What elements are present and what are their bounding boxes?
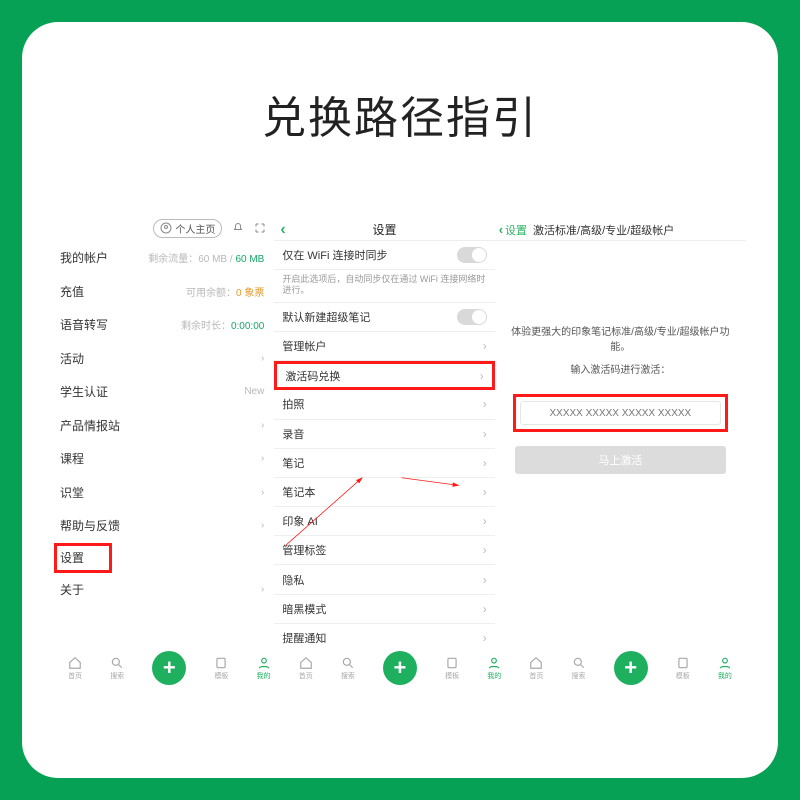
chevron-right-icon: › bbox=[483, 485, 487, 499]
bottom-nav-3: 首页 搜索 + 模板 我的 bbox=[515, 648, 746, 688]
row-note[interactable]: 笔记› bbox=[274, 449, 494, 478]
nav-search[interactable]: 搜索 bbox=[110, 656, 124, 681]
nav-add-button[interactable]: + bbox=[152, 651, 186, 685]
nav-home[interactable]: 首页 bbox=[299, 656, 313, 681]
search-icon bbox=[110, 656, 124, 670]
panel-account: 个人主页 我的帐户 剩余流量：60 MB / 60 MB 充值 可用余额：0 象… bbox=[54, 219, 274, 678]
bottom-nav-1: 首页 搜索 + 模板 我的 bbox=[54, 648, 285, 688]
scan-icon[interactable] bbox=[254, 222, 266, 234]
chevron-right-icon: › bbox=[261, 520, 264, 531]
home-icon bbox=[299, 656, 313, 670]
template-icon bbox=[214, 656, 228, 670]
row-recharge[interactable]: 充值 可用余额：0 象票 bbox=[54, 275, 274, 309]
chevron-right-icon: › bbox=[261, 453, 264, 464]
page-title: 兑换路径指引 bbox=[22, 22, 778, 146]
nav-templates[interactable]: 模板 bbox=[214, 656, 228, 681]
chevron-right-icon: › bbox=[483, 339, 487, 353]
nav-me[interactable]: 我的 bbox=[257, 656, 271, 681]
row-privacy[interactable]: 隐私› bbox=[274, 565, 494, 594]
panel-b-header: ‹ 设置 bbox=[274, 219, 494, 241]
nav-templates[interactable]: 模板 bbox=[676, 656, 690, 681]
template-icon bbox=[676, 656, 690, 670]
template-icon bbox=[445, 656, 459, 670]
chevron-right-icon: › bbox=[483, 631, 487, 645]
panel-settings: ‹ 设置 仅在 WiFi 连接时同步 开启此选项后，自动同步仅在通过 WiFi … bbox=[274, 219, 494, 678]
activation-desc: 体验更强大的印象笔记标准/高级/专业/超级帐户功能。 bbox=[507, 325, 734, 355]
nav-me[interactable]: 我的 bbox=[487, 656, 501, 681]
nav-add-button[interactable]: + bbox=[614, 651, 648, 685]
nav-search[interactable]: 搜索 bbox=[341, 656, 355, 681]
row-student[interactable]: 学生认证 New bbox=[54, 375, 274, 409]
back-icon[interactable]: ‹ bbox=[280, 221, 285, 239]
back-icon[interactable]: ‹ bbox=[499, 222, 503, 237]
chevron-right-icon: › bbox=[261, 353, 264, 364]
user-icon bbox=[718, 656, 732, 670]
chevron-right-icon: › bbox=[483, 514, 487, 528]
nav-templates[interactable]: 模板 bbox=[445, 656, 459, 681]
panel-c-title: 激活标准/高级/专业/超级帐户 bbox=[533, 222, 674, 238]
chevron-right-icon: › bbox=[483, 543, 487, 557]
bottom-nav-2: 首页 搜索 + 模板 我的 bbox=[285, 648, 516, 688]
toggle-switch[interactable] bbox=[457, 247, 487, 263]
chevron-right-icon: › bbox=[483, 573, 487, 587]
panel-activation: ‹ 设置 激活标准/高级/专业/超级帐户 体验更强大的印象笔记标准/高级/专业/… bbox=[495, 219, 746, 678]
back-label[interactable]: 设置 bbox=[505, 222, 527, 238]
chevron-right-icon: › bbox=[261, 420, 264, 431]
home-icon bbox=[529, 656, 543, 670]
search-icon bbox=[572, 656, 586, 670]
new-badge: New bbox=[244, 386, 264, 397]
chevron-right-icon: › bbox=[483, 397, 487, 411]
row-activation-code[interactable]: 激活码兑换› bbox=[274, 361, 494, 390]
row-wifi-sync[interactable]: 仅在 WiFi 连接时同步 bbox=[274, 241, 494, 270]
row-super-note[interactable]: 默认新建超级笔记 bbox=[274, 303, 494, 332]
nav-home[interactable]: 首页 bbox=[529, 656, 543, 681]
panel-c-header: ‹ 设置 激活标准/高级/专业/超级帐户 bbox=[495, 219, 746, 241]
home-icon bbox=[68, 656, 82, 670]
panel-b-title: 设置 bbox=[373, 221, 397, 238]
activate-button[interactable]: 马上激活 bbox=[515, 446, 726, 474]
activation-prompt: 输入激活码进行激活： bbox=[507, 361, 734, 376]
nav-search[interactable]: 搜索 bbox=[572, 656, 586, 681]
profile-chip-label: 个人主页 bbox=[175, 221, 215, 236]
activation-code-input[interactable] bbox=[520, 401, 721, 425]
chevron-right-icon: › bbox=[261, 584, 264, 595]
chevron-right-icon: › bbox=[483, 427, 487, 441]
row-activity[interactable]: 活动 › bbox=[54, 342, 274, 376]
user-icon bbox=[257, 656, 271, 670]
row-settings[interactable]: 设置 bbox=[54, 543, 112, 573]
profile-chip[interactable]: 个人主页 bbox=[153, 219, 222, 238]
bell-icon[interactable] bbox=[232, 222, 244, 234]
chevron-right-icon: › bbox=[483, 602, 487, 616]
row-wifi-sync-desc: 开启此选项后，自动同步仅在通过 WiFi 连接网络时进行。 bbox=[274, 270, 494, 303]
row-dark-mode[interactable]: 暗黑模式› bbox=[274, 595, 494, 624]
row-voice[interactable]: 语音转写 剩余时长：0:00:00 bbox=[54, 308, 274, 342]
guide-card: 兑换路径指引 个人主页 我的帐户 剩余流量：60 MB / 60 MB bbox=[22, 22, 778, 778]
toggle-switch[interactable] bbox=[457, 309, 487, 325]
row-my-account[interactable]: 我的帐户 剩余流量：60 MB / 60 MB bbox=[54, 241, 274, 275]
search-icon bbox=[341, 656, 355, 670]
row-product-news[interactable]: 产品情报站› bbox=[54, 409, 274, 443]
row-notebook[interactable]: 笔记本› bbox=[274, 478, 494, 507]
row-courses[interactable]: 课程› bbox=[54, 442, 274, 476]
nav-home[interactable]: 首页 bbox=[68, 656, 82, 681]
row-about[interactable]: 关于› bbox=[54, 573, 274, 607]
chevron-right-icon: › bbox=[483, 456, 487, 470]
activation-input-highlight bbox=[513, 394, 728, 432]
nav-me[interactable]: 我的 bbox=[718, 656, 732, 681]
chevron-right-icon: › bbox=[480, 369, 484, 383]
user-icon bbox=[487, 656, 501, 670]
chevron-right-icon: › bbox=[261, 487, 264, 498]
bottom-navs: 首页 搜索 + 模板 我的 首页 搜索 + 模板 我的 首页 搜索 + 模板 我… bbox=[54, 648, 746, 688]
nav-add-button[interactable]: + bbox=[383, 651, 417, 685]
row-yinxiang-ai[interactable]: 印象 AI› bbox=[274, 507, 494, 536]
row-help[interactable]: 帮助与反馈› bbox=[54, 509, 274, 543]
screenshot-panels: 个人主页 我的帐户 剩余流量：60 MB / 60 MB 充值 可用余额：0 象… bbox=[54, 219, 746, 678]
row-shi-tang[interactable]: 识堂› bbox=[54, 476, 274, 510]
panel-a-header: 个人主页 bbox=[54, 219, 274, 241]
row-manage-tags[interactable]: 管理标签› bbox=[274, 536, 494, 565]
row-manage-account[interactable]: 管理帐户› bbox=[274, 332, 494, 361]
user-icon bbox=[160, 222, 172, 234]
row-audio[interactable]: 录音› bbox=[274, 420, 494, 449]
row-camera[interactable]: 拍照› bbox=[274, 390, 494, 419]
